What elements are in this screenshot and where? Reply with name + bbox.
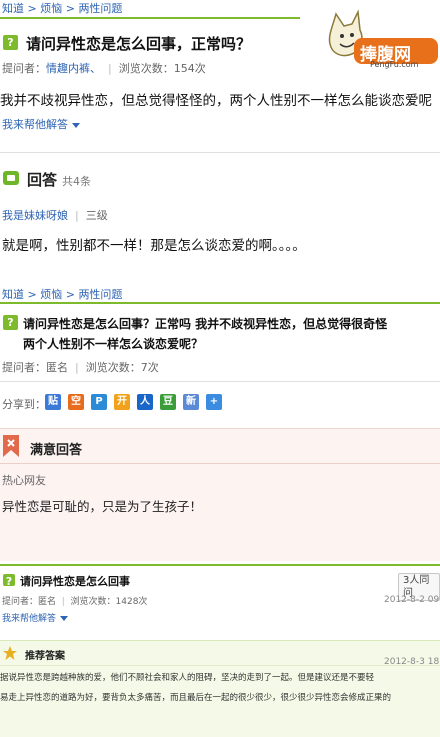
help-answer-link[interactable]: 我来帮他解答 bbox=[2, 611, 69, 624]
qzone-icon[interactable]: 空 bbox=[68, 394, 84, 410]
ribbon-icon bbox=[3, 435, 19, 457]
question-title: 请问异性恋是怎么回事 bbox=[20, 575, 130, 588]
answer-meta: 我是妹妹呀娘 | 三级 bbox=[2, 209, 108, 222]
tieba-icon[interactable]: 贴 bbox=[45, 394, 61, 410]
question-title-line2: 两个人性别不一样怎么谈恋爱呢？ bbox=[23, 337, 204, 351]
answer-text: 就是啊，性别都不一样！那是怎么谈恋爱的啊。。。。 bbox=[2, 238, 306, 254]
divider bbox=[0, 463, 440, 464]
share-label: 分享到： bbox=[2, 398, 46, 411]
question-meta: 提问者：匿名 | 浏览次数：7次 bbox=[2, 361, 159, 374]
breadcrumb-item-fannao[interactable]: 烦恼 bbox=[40, 288, 62, 301]
question-body: 我并不歧视异性恋，但总觉得怪怪的，两个人性别不一样怎么能谈恋爱呢 bbox=[0, 93, 432, 109]
answers-icon bbox=[3, 171, 19, 185]
answer-level: 三级 bbox=[85, 209, 108, 222]
dropdown-arrow-icon bbox=[60, 616, 69, 621]
recommended-answer-line2: 易走上异性恋的道路为好，要背负太多痛苦，而且最后在一起的很少很少，很少很少异性恋… bbox=[0, 693, 392, 703]
question-meta: 提问者：匿名 | 浏览次数：1428次 bbox=[2, 597, 148, 607]
best-answer-title: 满意回答 bbox=[30, 443, 83, 458]
help-answer-link[interactable]: 我来帮他解答 bbox=[2, 116, 80, 132]
breadcrumb-item-zhidao[interactable]: 知道 bbox=[2, 2, 24, 15]
renren2-icon[interactable]: 人 bbox=[137, 394, 153, 410]
question-icon bbox=[3, 574, 15, 586]
breadcrumb: 知道 > 烦恼 > 两性问题 bbox=[2, 2, 123, 15]
divider bbox=[0, 665, 440, 666]
question-title: 请问异性恋是怎么回事，正常吗？ bbox=[26, 35, 252, 53]
divider bbox=[0, 302, 440, 304]
answer-user-link[interactable]: 我是妹妹呀娘 bbox=[2, 209, 68, 222]
logo: 捧腹网 PengFu.com bbox=[306, 8, 440, 72]
question-date: 2012-8-2 09:3 bbox=[384, 595, 440, 605]
recommended-answer-panel: 推荐答案 2012-8-3 18:3 据说异性恋是跨越种族的爱，他们不顾社会和家… bbox=[0, 640, 440, 737]
logo-subtext: PengFu.com bbox=[370, 60, 419, 69]
breadcrumb-item-liangxing[interactable]: 两性问题 bbox=[78, 2, 122, 15]
kaixin-icon[interactable]: 开 bbox=[114, 394, 130, 410]
question-meta: 提问者：情趣内裤、 | 浏览次数：154次 bbox=[2, 62, 206, 75]
more-icon[interactable]: + bbox=[206, 394, 222, 410]
best-answer-panel: 满意回答 热心网友 异性恋是可耻的，只是为了生孩子！ bbox=[0, 428, 440, 561]
recommended-answer-title: 推荐答案 bbox=[25, 651, 65, 662]
answers-count: 共4条 bbox=[62, 175, 91, 188]
question-icon bbox=[3, 35, 18, 50]
divider bbox=[0, 152, 440, 153]
best-answer-user: 热心网友 bbox=[2, 474, 46, 487]
asker-name-link[interactable]: 情趣内裤、 bbox=[46, 62, 101, 75]
douban-icon[interactable]: 豆 bbox=[160, 394, 176, 410]
divider bbox=[0, 564, 440, 566]
breadcrumb-item-liangxing[interactable]: 两性问题 bbox=[78, 288, 122, 301]
recommended-answer-line1: 据说异性恋是跨越种族的爱，他们不顾社会和家人的阻碍，坚决的走到了一起。但是建议还… bbox=[0, 673, 375, 683]
best-answer-text: 异性恋是可耻的，只是为了生孩子！ bbox=[2, 499, 203, 514]
renren-icon[interactable]: P bbox=[91, 394, 107, 410]
views-count: 浏览次数：154次 bbox=[118, 62, 206, 75]
divider bbox=[0, 17, 300, 19]
star-icon bbox=[3, 645, 17, 660]
question-icon bbox=[3, 315, 18, 330]
answers-title: 回答 bbox=[27, 171, 58, 189]
answer-date: 2012-8-3 18:3 bbox=[384, 657, 440, 667]
breadcrumb-item-fannao[interactable]: 烦恼 bbox=[40, 2, 62, 15]
divider bbox=[0, 381, 440, 382]
breadcrumb: 知道 > 烦恼 > 两性问题 bbox=[2, 288, 123, 301]
question-title-line1: 请问异性恋是怎么回事？正常吗 我并不歧视异性恋，但总觉得很奇怪 bbox=[23, 317, 388, 331]
dropdown-arrow-icon bbox=[72, 122, 80, 128]
sina-icon[interactable]: 新 bbox=[183, 394, 199, 410]
breadcrumb-item-zhidao[interactable]: 知道 bbox=[2, 288, 24, 301]
